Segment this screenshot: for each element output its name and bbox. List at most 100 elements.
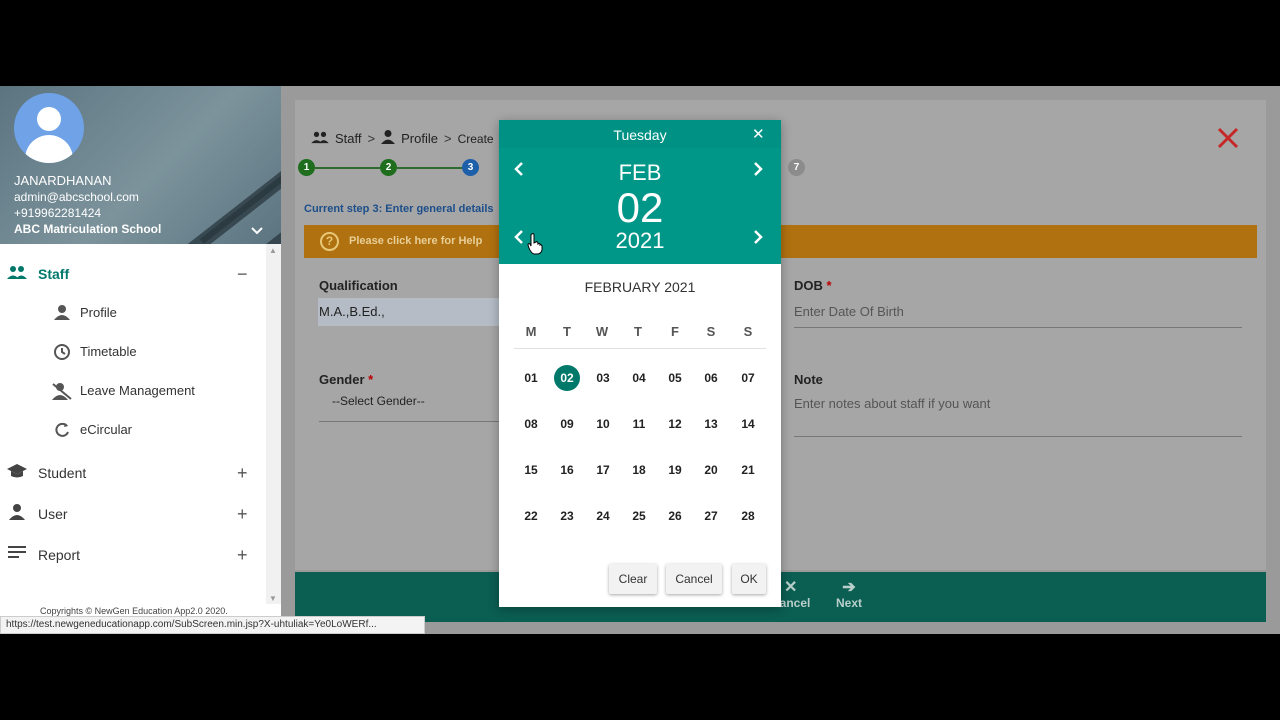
- copyright-text: Copyrights © NewGen Education App2.0 202…: [40, 606, 228, 616]
- expand-toggle[interactable]: +: [237, 504, 248, 525]
- sidebar-scrollbar[interactable]: ▲ ▼: [266, 244, 281, 604]
- calendar-day[interactable]: 13: [698, 411, 724, 437]
- prev-year-icon[interactable]: [514, 228, 524, 248]
- gender-select[interactable]: --Select Gender--: [332, 394, 425, 408]
- selected-weekday: Tuesday: [613, 127, 667, 143]
- user-name: JANARDHANAN: [14, 173, 112, 188]
- calendar-day-selected[interactable]: 02: [554, 365, 580, 391]
- calendar-day[interactable]: 27: [698, 503, 724, 529]
- clear-button[interactable]: Clear: [609, 564, 657, 594]
- sidebar-item-user[interactable]: User +: [0, 496, 266, 532]
- current-step-text: Current step 3: Enter general details: [304, 203, 494, 215]
- breadcrumb-staff[interactable]: Staff: [335, 131, 362, 146]
- chevron-down-icon[interactable]: [251, 222, 263, 238]
- sidebar-subitem-timetable[interactable]: Timetable: [0, 334, 266, 370]
- sidebar-subitem-leave[interactable]: Leave Management: [0, 373, 266, 409]
- avatar[interactable]: [14, 93, 84, 163]
- step-7[interactable]: 7: [788, 159, 805, 176]
- calendar-day[interactable]: 18: [626, 457, 652, 483]
- weekday-label: W: [595, 324, 609, 339]
- breadcrumb-separator: >: [367, 131, 376, 146]
- scroll-up-icon[interactable]: ▲: [269, 246, 277, 255]
- calendar-day[interactable]: 21: [735, 457, 761, 483]
- hand-cursor-icon: [527, 233, 543, 255]
- calendar-day[interactable]: 26: [662, 503, 688, 529]
- calendar-day[interactable]: 05: [662, 365, 688, 391]
- staff-icon: [311, 130, 329, 147]
- calendar-day[interactable]: 24: [590, 503, 616, 529]
- calendar-day[interactable]: 17: [590, 457, 616, 483]
- cancel-button[interactable]: Cancel: [666, 564, 722, 594]
- calendar-day[interactable]: 12: [662, 411, 688, 437]
- sidebar: JANARDHANAN admin@abcschool.com +9199622…: [0, 86, 281, 634]
- calendar-day[interactable]: 22: [518, 503, 544, 529]
- calendar-day[interactable]: 07: [735, 365, 761, 391]
- expand-toggle[interactable]: +: [237, 545, 248, 566]
- report-lines-icon: [7, 545, 27, 565]
- calendar-day[interactable]: 28: [735, 503, 761, 529]
- school-name: ABC Matriculation School: [14, 222, 162, 236]
- calendar-day[interactable]: 01: [518, 365, 544, 391]
- weekday-label: M: [525, 324, 537, 339]
- qualification-label: Qualification: [319, 278, 398, 293]
- dob-label: DOB *: [794, 278, 832, 293]
- ok-button[interactable]: OK: [732, 564, 766, 594]
- breadcrumb-create: Create: [457, 131, 494, 146]
- calendar-day[interactable]: 11: [626, 411, 652, 437]
- calendar-day[interactable]: 04: [626, 365, 652, 391]
- date-picker-dialog: Tuesday ✕ FEB 02 20 21 FEBRUARY 2021 M T: [499, 120, 781, 607]
- close-icon[interactable]: ✕: [752, 125, 765, 143]
- sidebar-subitem-label: Timetable: [80, 344, 137, 359]
- step-2[interactable]: 2: [380, 159, 397, 176]
- note-label: Note: [794, 372, 823, 387]
- sidebar-subitem-ecircular[interactable]: eCircular: [0, 412, 266, 448]
- collapse-toggle[interactable]: −: [237, 264, 248, 285]
- sidebar-subitem-label: Profile: [80, 305, 117, 320]
- breadcrumb-profile[interactable]: Profile: [401, 131, 438, 146]
- next-button[interactable]: ➔ Next: [836, 579, 862, 611]
- weekday-label: S: [706, 324, 716, 339]
- step-1[interactable]: 1: [298, 159, 315, 176]
- arrow-right-icon: ➔: [842, 579, 856, 596]
- calendar-day[interactable]: 15: [518, 457, 544, 483]
- calendar-day[interactable]: 08: [518, 411, 544, 437]
- calendar-day[interactable]: 16: [554, 457, 580, 483]
- calendar-day[interactable]: 03: [590, 365, 616, 391]
- sidebar-subitem-profile[interactable]: Profile: [0, 295, 266, 331]
- sidebar-item-label: Report: [38, 547, 81, 563]
- help-text: Please click here for Help: [349, 235, 483, 247]
- selected-month: FEB: [618, 160, 662, 185]
- sidebar-item-label: Staff: [38, 266, 70, 282]
- sidebar-item-report[interactable]: Report +: [0, 537, 266, 573]
- calendar-day[interactable]: 09: [554, 411, 580, 437]
- close-icon[interactable]: [1217, 122, 1239, 154]
- clock-icon: [52, 343, 72, 363]
- calendar-day[interactable]: 19: [662, 457, 688, 483]
- graduation-cap-icon: [7, 463, 27, 483]
- calendar-day[interactable]: 14: [735, 411, 761, 437]
- weekday-label: F: [671, 324, 679, 339]
- staff-icon: [7, 264, 27, 284]
- person-icon: [52, 304, 72, 324]
- calendar-day[interactable]: 20: [698, 457, 724, 483]
- next-year-icon[interactable]: [753, 228, 763, 248]
- note-textarea[interactable]: Enter notes about staff if you want: [794, 396, 990, 411]
- breadcrumb-separator: >: [443, 131, 452, 146]
- profile-header: JANARDHANAN admin@abcschool.com +9199622…: [0, 86, 281, 244]
- expand-toggle[interactable]: +: [237, 463, 248, 484]
- sidebar-item-staff[interactable]: Staff −: [0, 256, 266, 292]
- sidebar-item-label: Student: [38, 465, 87, 481]
- breadcrumb: Staff > Profile > Create: [311, 130, 494, 147]
- status-url: https://test.newgeneducationapp.com/SubS…: [0, 616, 425, 634]
- calendar-day[interactable]: 10: [590, 411, 616, 437]
- scroll-down-icon[interactable]: ▼: [269, 594, 277, 603]
- user-phone: +919962281424: [14, 206, 102, 220]
- step-3[interactable]: 3: [462, 159, 479, 176]
- dob-field[interactable]: Enter Date Of Birth: [794, 304, 904, 319]
- calendar-day[interactable]: 06: [698, 365, 724, 391]
- sidebar-item-student[interactable]: Student +: [0, 455, 266, 491]
- calendar-caption: FEBRUARY 2021: [584, 279, 696, 295]
- qualification-field[interactable]: M.A.,B.Ed.,: [318, 298, 508, 326]
- calendar-day[interactable]: 25: [626, 503, 652, 529]
- calendar-day[interactable]: 23: [554, 503, 580, 529]
